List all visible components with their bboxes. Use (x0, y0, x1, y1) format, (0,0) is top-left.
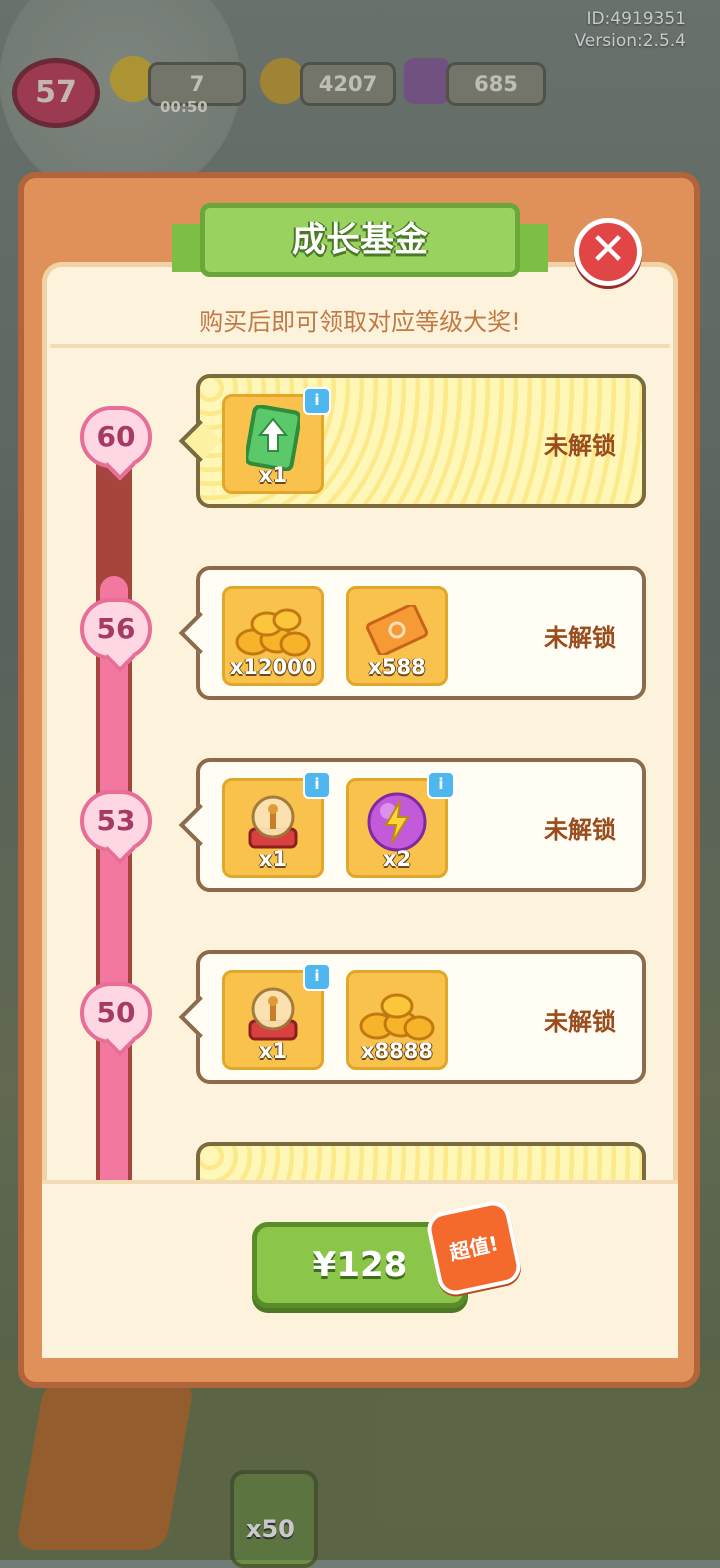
value-badge: 超值! (424, 1198, 524, 1298)
dialog-title: 成长基金 (200, 203, 520, 277)
reward-item[interactable]: x8888 (346, 970, 448, 1070)
reward-tier-56: x12000 x588 未解锁 (178, 566, 646, 700)
energy-orb-icon (367, 792, 427, 852)
reward-qty: x588 (368, 655, 426, 679)
info-icon[interactable]: i (303, 387, 331, 415)
reward-item[interactable]: x588 (346, 586, 448, 686)
reward-item[interactable]: x1 i (222, 387, 331, 494)
reward-qty: x8888 (361, 1039, 433, 1063)
reward-item[interactable]: x2 i (346, 771, 455, 878)
gold-coins-icon (235, 608, 311, 657)
reward-qty: x1 (258, 1039, 288, 1063)
dialog-subtitle: 购买后即可领取对应等级大奖! (199, 308, 521, 336)
tier-status: 未解锁 (544, 1008, 616, 1036)
info-icon[interactable]: i (427, 771, 455, 799)
reward-qty: x12000 (229, 655, 317, 679)
reward-tier-50: x1 i x8888 未解锁 (178, 950, 646, 1084)
tier-status: 未解锁 (544, 816, 616, 844)
upgrade-card-icon (246, 405, 300, 472)
level-marker-60: 60 (80, 406, 152, 468)
reward-qty: x1 (258, 463, 288, 487)
crystal-machine-icon (248, 795, 298, 849)
crystal-machine-icon (248, 987, 298, 1041)
subtitle-divider (50, 344, 670, 348)
reward-tier-60: x1 i 未解锁 (178, 374, 646, 508)
ticket-icon (366, 605, 428, 656)
level-marker-56: 56 (80, 598, 152, 660)
info-icon[interactable]: i (303, 963, 331, 991)
close-button[interactable]: ✕ (574, 218, 642, 286)
reward-item[interactable]: x1 i (222, 771, 331, 878)
reward-item[interactable]: x12000 (222, 586, 324, 686)
level-progress-fill (100, 576, 128, 1196)
close-icon: ✕ (589, 224, 627, 275)
level-marker-53: 53 (80, 790, 152, 852)
tier-status: 未解锁 (544, 624, 616, 652)
reward-tier-53: x1 i x2 i 未解锁 (178, 758, 646, 892)
reward-qty: x2 (382, 847, 412, 871)
info-icon[interactable]: i (303, 771, 331, 799)
tier-status: 未解锁 (544, 432, 616, 460)
level-marker-50: 50 (80, 982, 152, 1044)
reward-qty: x1 (258, 847, 288, 871)
reward-item[interactable]: x1 i (222, 963, 331, 1070)
gold-coins-icon (359, 993, 435, 1041)
